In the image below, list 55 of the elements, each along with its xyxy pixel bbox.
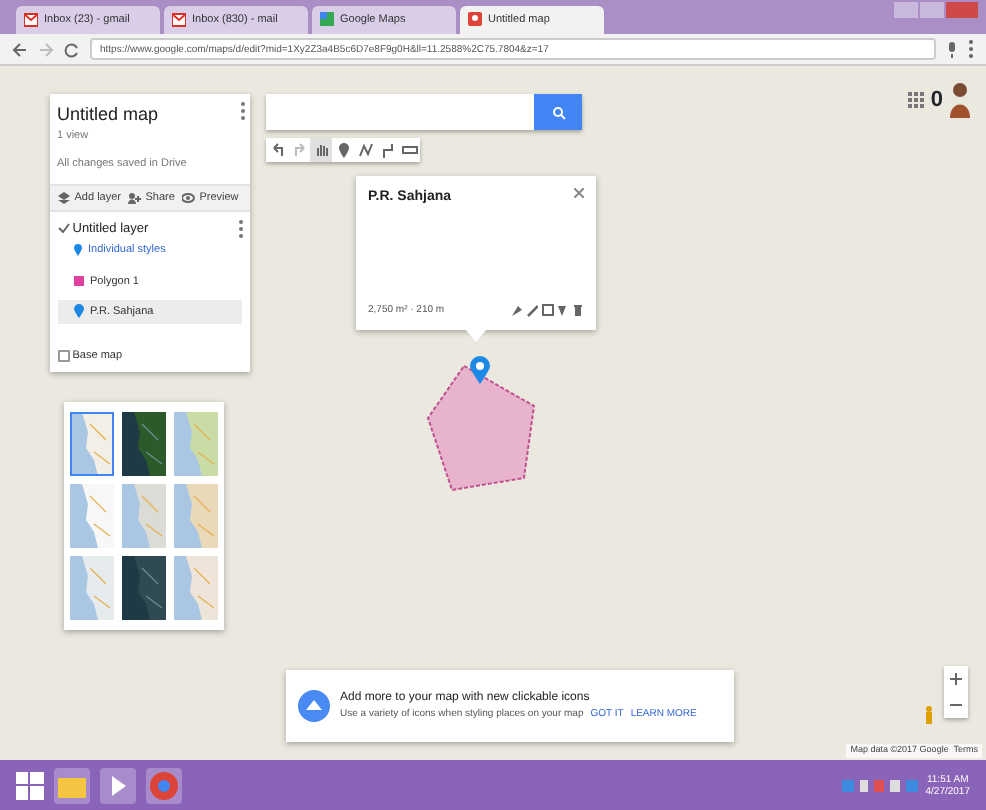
- tray-icons-drawing[interactable]: [842, 777, 922, 793]
- mail-icon: [24, 12, 38, 28]
- map-style-thumbnail[interactable]: [174, 412, 218, 476]
- mail-icon: [172, 12, 186, 28]
- tool-button[interactable]: [310, 138, 332, 162]
- tool-button[interactable]: [354, 138, 376, 162]
- person-add-icon: [128, 192, 142, 205]
- map-title[interactable]: Untitled map: [57, 101, 241, 128]
- map-style-thumbnail[interactable]: [70, 556, 114, 620]
- reload-icon[interactable]: [64, 41, 80, 57]
- browser-icon: [146, 767, 182, 803]
- redo-icon: [291, 142, 307, 158]
- search-field[interactable]: [266, 94, 534, 130]
- map-style-thumbnail[interactable]: [70, 484, 114, 548]
- taskbar-button[interactable]: [100, 767, 136, 803]
- layers-icon: [57, 192, 71, 205]
- line-icon: [357, 142, 373, 158]
- edit-icon[interactable]: [525, 303, 538, 318]
- checkbox-icon[interactable]: [57, 350, 69, 363]
- tool-button[interactable]: [332, 138, 354, 162]
- map-icon: [320, 12, 334, 28]
- checkbox-icon[interactable]: [57, 222, 69, 235]
- notification-count[interactable]: 0: [930, 83, 943, 117]
- avatar-icon[interactable]: [950, 82, 970, 118]
- ruler-icon: [401, 142, 417, 158]
- apps-icon[interactable]: [907, 92, 924, 108]
- search-button[interactable]: [534, 94, 582, 130]
- more-icon[interactable]: [237, 219, 243, 238]
- map-style-thumbnail[interactable]: [174, 556, 218, 620]
- map-style-thumbnail[interactable]: [174, 484, 218, 548]
- marker-icon: [335, 142, 351, 158]
- map-style-thumbnail[interactable]: [122, 412, 166, 476]
- taskbar-button[interactable]: [54, 767, 90, 803]
- map-style-thumbnail[interactable]: [122, 556, 166, 620]
- start-icon[interactable]: [16, 771, 44, 799]
- icon-badge-icon: [298, 690, 330, 722]
- search-icon: [551, 105, 565, 119]
- microphone-icon[interactable]: [946, 41, 958, 57]
- marker-icon[interactable]: [470, 356, 490, 384]
- tool-button[interactable]: [266, 138, 288, 162]
- map-icon: [468, 12, 482, 28]
- undo-icon: [269, 142, 285, 158]
- polygon-shape[interactable]: [424, 362, 540, 494]
- tool-button[interactable]: [398, 138, 420, 162]
- filter-icon[interactable]: [556, 303, 569, 318]
- close-icon[interactable]: [574, 188, 584, 198]
- map-style-thumbnail[interactable]: [122, 484, 166, 548]
- map-style-thumbnail[interactable]: [70, 412, 114, 476]
- back-icon[interactable]: [12, 41, 28, 57]
- route-icon: [379, 142, 395, 158]
- pegman-icon[interactable]: [924, 706, 934, 724]
- menu-icon[interactable]: [968, 40, 974, 58]
- eye-icon: [181, 192, 196, 205]
- delete-icon[interactable]: [572, 303, 584, 318]
- more-icon[interactable]: [240, 101, 247, 119]
